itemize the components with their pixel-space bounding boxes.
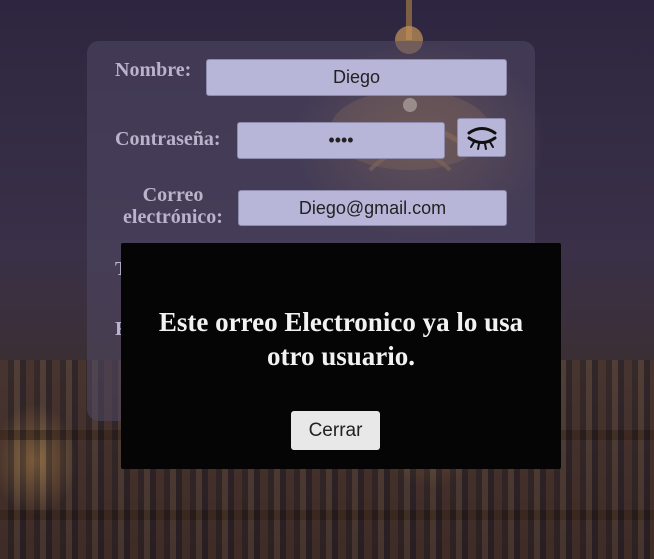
- name-field[interactable]: Diego: [206, 59, 507, 96]
- password-field[interactable]: ••••: [237, 122, 445, 159]
- email-label-line1: Correo: [142, 184, 204, 206]
- email-label-line2: electrónico:: [123, 206, 223, 228]
- toggle-password-button[interactable]: [457, 118, 506, 157]
- modal-message: Este orreo Electronico ya lo usa otro us…: [158, 307, 524, 371]
- close-button[interactable]: Cerrar: [291, 411, 380, 450]
- password-label: Contraseña:: [115, 128, 221, 150]
- error-modal: Este orreo Electronico ya lo usa otro us…: [121, 243, 561, 469]
- name-label: Nombre:: [115, 59, 192, 81]
- email-field[interactable]: Diego@gmail.com: [238, 190, 507, 226]
- closed-eye-icon: [467, 126, 496, 150]
